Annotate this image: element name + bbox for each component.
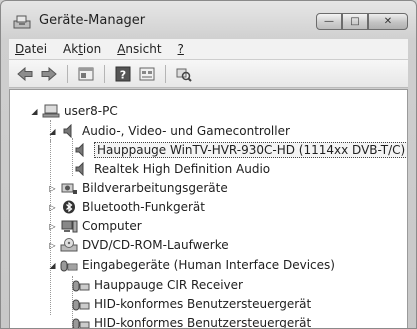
camera-icon bbox=[60, 181, 78, 195]
menu-datei[interactable]: Datei bbox=[15, 42, 47, 56]
maximize-button[interactable]: □ bbox=[342, 13, 368, 30]
device-tree[interactable]: ◢ user8-PC ◢ Audio-, Video- und Gamecont… bbox=[9, 89, 408, 328]
svg-text:?: ? bbox=[120, 68, 126, 81]
speaker-icon bbox=[72, 162, 90, 176]
bluetooth-icon bbox=[60, 200, 78, 214]
tree-device-label: Realtek High Definition Audio bbox=[94, 162, 271, 176]
minimize-button[interactable]: — bbox=[316, 13, 342, 30]
expand-arrow-icon[interactable]: ▷ bbox=[48, 203, 57, 212]
tree-device-hauppauge-wintv[interactable]: Hauppauge WinTV-HVR-930C-HD (1114xx DVB-… bbox=[72, 141, 407, 159]
tree-device-hid-1[interactable]: HID-konformes Benutzersteuergerät bbox=[72, 295, 311, 313]
tree-category-label: DVD/CD-ROM-Laufwerke bbox=[82, 238, 229, 252]
close-button[interactable]: ✕ bbox=[368, 13, 408, 30]
menu-bar: Datei Aktion Ansicht ? bbox=[9, 39, 408, 59]
tree-category-label: Bluetooth-Funkgerät bbox=[82, 200, 205, 214]
hid-icon bbox=[72, 278, 90, 292]
tree-root-label: user8-PC bbox=[64, 104, 118, 118]
tree-category-hid[interactable]: ◢ Eingabegeräte (Human Interface Devices… bbox=[48, 256, 335, 274]
hid-icon bbox=[72, 316, 90, 328]
help-icon[interactable]: ? bbox=[113, 65, 133, 83]
hid-icon bbox=[72, 297, 90, 311]
toolbar-separator bbox=[67, 64, 68, 83]
tree-category-label: Bildverarbeitungsgeräte bbox=[82, 181, 228, 195]
forward-icon[interactable] bbox=[39, 65, 59, 83]
device-manager-icon bbox=[13, 15, 31, 29]
collapse-arrow-icon[interactable]: ◢ bbox=[30, 107, 39, 116]
collapse-arrow-icon[interactable]: ◢ bbox=[48, 261, 57, 270]
tree-device-label: HID-konformes Benutzersteuergerät bbox=[94, 297, 312, 311]
computer-icon bbox=[42, 104, 60, 118]
tree-category-label: Eingabegeräte (Human Interface Devices) bbox=[82, 258, 335, 272]
hid-icon bbox=[60, 258, 78, 272]
disc-drive-icon bbox=[60, 238, 78, 252]
menu-aktion[interactable]: Aktion bbox=[63, 42, 101, 56]
toolbar: ? bbox=[9, 60, 408, 88]
menu-help[interactable]: ? bbox=[178, 42, 184, 56]
tree-category-audio[interactable]: ◢ Audio-, Video- und Gamecontroller bbox=[48, 122, 290, 140]
tree-category-label: Audio-, Video- und Gamecontroller bbox=[82, 124, 290, 138]
tree-device-hauppauge-cir[interactable]: Hauppauge CIR Receiver bbox=[72, 276, 243, 294]
tree-root[interactable]: ◢ user8-PC bbox=[30, 102, 118, 120]
computer-icon bbox=[60, 219, 78, 233]
window-title: Geräte-Manager bbox=[39, 13, 146, 28]
tree-device-hid-2[interactable]: HID-konformes Benutzersteuergerät bbox=[72, 314, 311, 328]
title-bar[interactable]: Geräte-Manager — □ ✕ bbox=[1, 1, 416, 37]
toolbar-separator bbox=[165, 64, 166, 83]
device-manager-window: Geräte-Manager — □ ✕ Datei Aktion Ansich… bbox=[0, 0, 417, 329]
tree-category-computer[interactable]: ▷ Computer bbox=[48, 217, 142, 235]
speaker-icon bbox=[72, 143, 90, 157]
tree-device-label: Hauppauge CIR Receiver bbox=[94, 278, 243, 292]
expand-arrow-icon[interactable]: ▷ bbox=[48, 222, 57, 231]
tree-category-label: Computer bbox=[82, 219, 142, 233]
toolbar-separator bbox=[104, 64, 105, 83]
back-icon[interactable] bbox=[15, 65, 35, 83]
scan-hardware-icon[interactable] bbox=[174, 65, 194, 83]
tree-category-imaging[interactable]: ▷ Bildverarbeitungsgeräte bbox=[48, 179, 228, 197]
properties-icon[interactable] bbox=[76, 65, 96, 83]
tree-category-bluetooth[interactable]: ▷ Bluetooth-Funkgerät bbox=[48, 198, 205, 216]
tree-device-realtek-audio[interactable]: Realtek High Definition Audio bbox=[72, 160, 270, 178]
expand-arrow-icon[interactable]: ▷ bbox=[48, 184, 57, 193]
tree-device-label: HID-konformes Benutzersteuergerät bbox=[94, 316, 312, 328]
view-icon[interactable] bbox=[137, 65, 157, 83]
expand-arrow-icon[interactable]: ▷ bbox=[48, 241, 57, 250]
menu-ansicht[interactable]: Ansicht bbox=[117, 42, 161, 56]
speaker-icon bbox=[60, 124, 78, 138]
tree-category-dvd[interactable]: ▷ DVD/CD-ROM-Laufwerke bbox=[48, 236, 229, 254]
tree-device-label: Hauppauge WinTV-HVR-930C-HD (1114xx DVB-… bbox=[94, 142, 407, 158]
collapse-arrow-icon[interactable]: ◢ bbox=[48, 127, 57, 136]
